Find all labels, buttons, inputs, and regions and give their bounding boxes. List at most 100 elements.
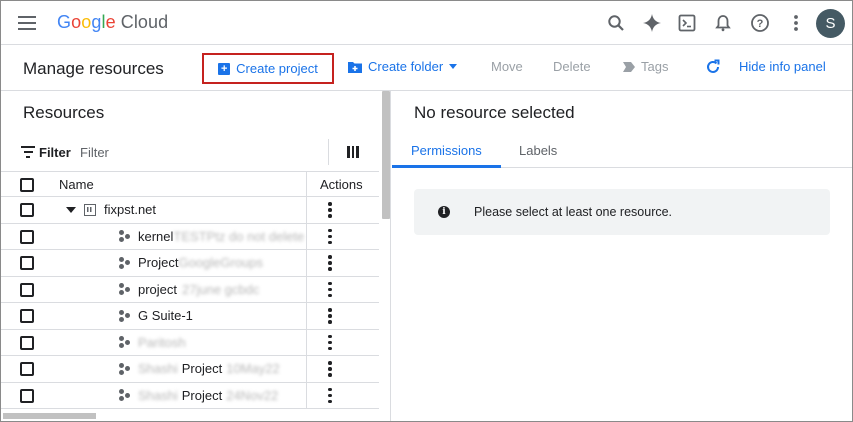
redacted-text: Shashi: [138, 387, 178, 403]
more-vert-icon[interactable]: [328, 334, 332, 351]
more-vert-icon[interactable]: [328, 228, 332, 245]
table-row[interactable]: Paritosh: [1, 329, 379, 356]
logo-letter: e: [105, 12, 116, 32]
hide-info-panel-label: Hide info panel: [739, 59, 826, 74]
row-checkbox[interactable]: [20, 335, 34, 350]
filter-icon: [21, 146, 35, 158]
menu-icon[interactable]: [18, 16, 36, 30]
actions-cell: [306, 197, 379, 223]
add-box-icon: +: [218, 62, 231, 75]
redacted-text: 27june gcbdc: [182, 281, 260, 297]
info-panel: No resource selected Permissions Labels …: [392, 91, 852, 421]
info-message: Please select at least one resource.: [474, 205, 673, 219]
refresh-button[interactable]: [705, 59, 721, 75]
dropdown-arrow-icon: [449, 64, 458, 69]
redacted-text: GoogleGroups: [178, 255, 264, 270]
delete-button[interactable]: Delete: [553, 59, 591, 74]
row-checkbox[interactable]: [20, 362, 34, 376]
name-column-header[interactable]: Name: [59, 177, 94, 192]
tab-permissions[interactable]: Permissions: [411, 143, 482, 158]
logo-letter: o: [81, 12, 92, 32]
filter-input[interactable]: Filter: [80, 145, 109, 160]
horizontal-scrollbar[interactable]: [3, 413, 96, 419]
resource-name[interactable]: fixpst.net: [66, 202, 156, 217]
more-vert-icon[interactable]: [328, 387, 332, 404]
more-vert-icon[interactable]: [328, 361, 332, 377]
project-icon: [119, 256, 131, 269]
divider: [328, 139, 329, 165]
info-message-box: i Please select at least one resource.: [414, 189, 830, 235]
logo-letter: G: [57, 12, 72, 32]
resources-panel: Resources Filter Filter Name Actions fix…: [1, 91, 391, 421]
gemini-icon[interactable]: [641, 12, 663, 34]
resource-name[interactable]: project 27june gcbdc: [119, 282, 259, 297]
info-panel-title: No resource selected: [414, 103, 575, 122]
resource-name[interactable]: Paritosh: [119, 335, 186, 350]
actions-cell: [306, 329, 379, 355]
table-row[interactable]: kernel TESTPtz do not delete: [1, 223, 379, 250]
hide-info-panel-button[interactable]: Hide info panel: [739, 59, 826, 74]
resource-name[interactable]: Shashi Project 10May22: [119, 361, 280, 376]
table-row[interactable]: Shashi Project 24Nov22: [1, 382, 379, 409]
actions-column-header: Actions: [306, 172, 379, 198]
tags-button[interactable]: Tags: [623, 59, 668, 74]
top-app-bar: Google Cloud ? S: [1, 1, 852, 45]
row-checkbox[interactable]: [20, 388, 34, 403]
row-checkbox[interactable]: [20, 282, 34, 297]
table-row[interactable]: project 27june gcbdc: [1, 276, 379, 303]
logo-product: Cloud: [120, 12, 169, 32]
logo-letter: g: [91, 12, 102, 32]
redacted-text: 24Nov22: [226, 387, 279, 403]
resource-name[interactable]: Shashi Project 24Nov22: [119, 388, 278, 403]
row-checkbox[interactable]: [20, 229, 34, 244]
resource-name[interactable]: kernel TESTPtz do not delete: [119, 229, 304, 244]
create-project-button[interactable]: + Create project: [202, 53, 334, 84]
table-row[interactable]: Shashi Project 10May22: [1, 356, 379, 383]
resources-title: Resources: [23, 103, 105, 122]
more-vert-icon[interactable]: [328, 281, 332, 298]
refresh-icon: [707, 59, 720, 73]
actions-cell: [306, 223, 379, 249]
avatar[interactable]: S: [816, 9, 845, 38]
project-icon: [119, 309, 131, 322]
table-row[interactable]: G Suite-1: [1, 303, 379, 330]
actions-cell: [306, 382, 379, 408]
more-vert-icon[interactable]: [328, 308, 332, 324]
create-project-label: Create project: [236, 61, 318, 76]
actions-cell: [306, 276, 379, 302]
google-cloud-logo[interactable]: Google Cloud: [57, 12, 168, 33]
table-row[interactable]: Project GoogleGroups: [1, 250, 379, 277]
resource-name[interactable]: Project GoogleGroups: [119, 255, 263, 270]
column-display-icon[interactable]: [347, 146, 359, 158]
organization-icon: [84, 203, 96, 216]
info-icon: i: [438, 206, 450, 218]
select-all-checkbox[interactable]: [20, 178, 34, 192]
page-title: Manage resources: [23, 59, 164, 78]
expand-arrow-icon[interactable]: [66, 206, 76, 213]
row-checkbox[interactable]: [20, 256, 34, 270]
search-icon[interactable]: [605, 12, 627, 34]
table-row[interactable]: fixpst.net: [1, 197, 379, 224]
terminal-icon[interactable]: [676, 12, 698, 34]
resource-name-text: G Suite-1: [138, 308, 193, 323]
more-vert-icon[interactable]: [785, 12, 807, 34]
help-icon[interactable]: ?: [749, 12, 771, 34]
create-folder-button[interactable]: Create folder: [348, 59, 458, 74]
table-header: Name Actions: [1, 171, 379, 198]
row-checkbox[interactable]: [20, 203, 34, 217]
redacted-text: 10May22: [226, 361, 280, 376]
row-checkbox[interactable]: [20, 309, 34, 323]
page-toolbar: Manage resources + Create project Create…: [1, 45, 852, 91]
project-icon: [119, 283, 131, 295]
delete-label: Delete: [553, 59, 591, 74]
tab-labels[interactable]: Labels: [519, 143, 557, 158]
redacted-text: Paritosh: [138, 334, 186, 350]
project-icon: [119, 230, 131, 242]
vertical-scrollbar[interactable]: [382, 91, 390, 219]
more-vert-icon[interactable]: [328, 202, 332, 218]
bell-icon[interactable]: [712, 12, 734, 34]
resource-name[interactable]: G Suite-1: [119, 308, 193, 323]
move-label: Move: [491, 59, 523, 74]
more-vert-icon[interactable]: [328, 255, 332, 271]
move-button[interactable]: Move: [491, 59, 523, 74]
